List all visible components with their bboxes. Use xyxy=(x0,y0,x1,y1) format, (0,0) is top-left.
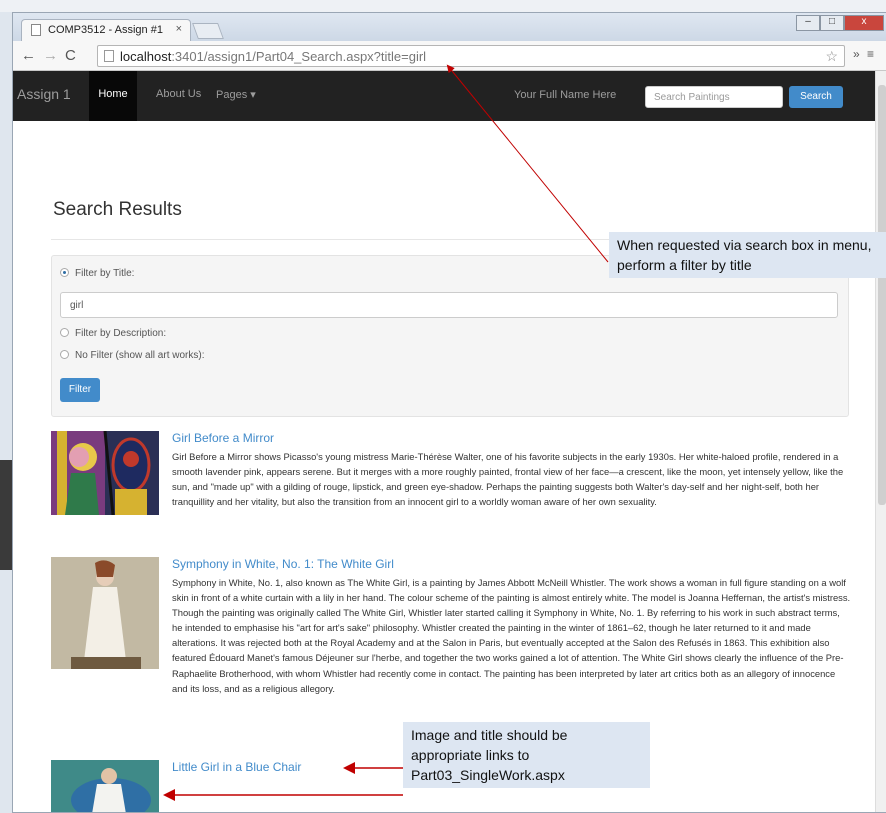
nav-about[interactable]: About Us xyxy=(156,88,201,100)
filter-description-label: Filter by Description: xyxy=(75,328,167,339)
url-path: :3401/assign1/Part04_Search.aspx?title=g… xyxy=(171,49,427,64)
bookmark-star-icon[interactable]: ☆ xyxy=(825,48,838,65)
tab-title: COMP3512 - Assign #1 xyxy=(48,24,163,36)
page-title: Search Results xyxy=(53,199,182,220)
browser-tab[interactable]: COMP3512 - Assign #1 × xyxy=(21,19,191,41)
menu-icon[interactable]: » ≡ xyxy=(853,47,876,61)
result-description: Girl Before a Mirror shows Picasso's you… xyxy=(172,451,844,508)
browser-window: COMP3512 - Assign #1 × – □ x ← → C local… xyxy=(12,12,886,813)
filter-description-option[interactable]: Filter by Description: xyxy=(60,328,166,339)
forward-arrow-icon[interactable]: → xyxy=(43,47,58,64)
new-tab-button[interactable] xyxy=(192,23,224,39)
nav-user-name: Your Full Name Here xyxy=(514,89,617,101)
filter-button[interactable]: Filter xyxy=(60,378,100,402)
callout-search: When requested via search box in menu, p… xyxy=(609,232,886,278)
browser-toolbar: ← → C localhost:3401/assign1/Part04_Sear… xyxy=(13,41,886,71)
result-title-link[interactable]: Symphony in White, No. 1: The White Girl xyxy=(172,557,394,571)
navbar-brand[interactable]: Assign 1 xyxy=(17,86,71,102)
callout-links: Image and title should be appropriate li… xyxy=(403,722,650,788)
nav-search-button[interactable]: Search xyxy=(789,86,843,108)
document-icon xyxy=(31,24,41,36)
vertical-scrollbar[interactable] xyxy=(875,71,886,812)
radio-none[interactable] xyxy=(60,350,69,359)
desktop-top-band xyxy=(0,0,886,12)
back-arrow-icon[interactable]: ← xyxy=(21,47,36,64)
scrollbar-thumb[interactable] xyxy=(878,85,886,505)
filter-title-input[interactable]: girl xyxy=(60,292,838,318)
result-title-link[interactable]: Girl Before a Mirror xyxy=(172,431,274,445)
tab-bar: COMP3512 - Assign #1 × – □ x xyxy=(13,13,886,41)
nav-home[interactable]: Home xyxy=(89,71,137,121)
callout-links-text: Image and title should be appropriate li… xyxy=(411,727,568,783)
filter-none-label: No Filter (show all art works): xyxy=(75,350,205,361)
tab-close-icon[interactable]: × xyxy=(176,23,182,35)
radio-description[interactable] xyxy=(60,328,69,337)
url-host: localhost xyxy=(120,49,172,64)
radio-title[interactable] xyxy=(60,268,69,277)
window-controls: – □ x xyxy=(796,15,884,33)
address-bar[interactable]: localhost:3401/assign1/Part04_Search.asp… xyxy=(97,45,845,67)
maximize-button[interactable]: □ xyxy=(820,15,844,31)
filter-title-option[interactable]: Filter by Title: xyxy=(60,268,134,279)
nav-pages-dropdown[interactable]: Pages ▾ xyxy=(216,88,256,101)
nav-search-input[interactable]: Search Paintings xyxy=(645,86,783,108)
filter-none-option[interactable]: No Filter (show all art works): xyxy=(60,350,204,361)
close-window-button[interactable]: x xyxy=(844,15,884,31)
result-description: Symphony in White, No. 1, also known as … xyxy=(172,577,851,694)
page-icon xyxy=(104,50,114,62)
painting-thumbnail-girl-before-mirror[interactable] xyxy=(51,431,159,515)
site-navbar: Assign 1 Home About Us Pages ▾ Your Full… xyxy=(13,71,875,121)
page-viewport: Assign 1 Home About Us Pages ▾ Your Full… xyxy=(13,71,875,813)
painting-thumbnail-little-girl-blue-chair[interactable] xyxy=(51,760,159,813)
result-title-link[interactable]: Little Girl in a Blue Chair xyxy=(172,760,301,774)
reload-icon[interactable]: C xyxy=(65,47,76,64)
callout-search-text: When requested via search box in menu, p… xyxy=(617,237,872,273)
filter-panel: Filter by Title: girl Filter by Descript… xyxy=(51,255,849,417)
painting-thumbnail-white-girl[interactable] xyxy=(51,557,159,669)
filter-title-label: Filter by Title: xyxy=(75,268,135,279)
minimize-button[interactable]: – xyxy=(796,15,820,31)
